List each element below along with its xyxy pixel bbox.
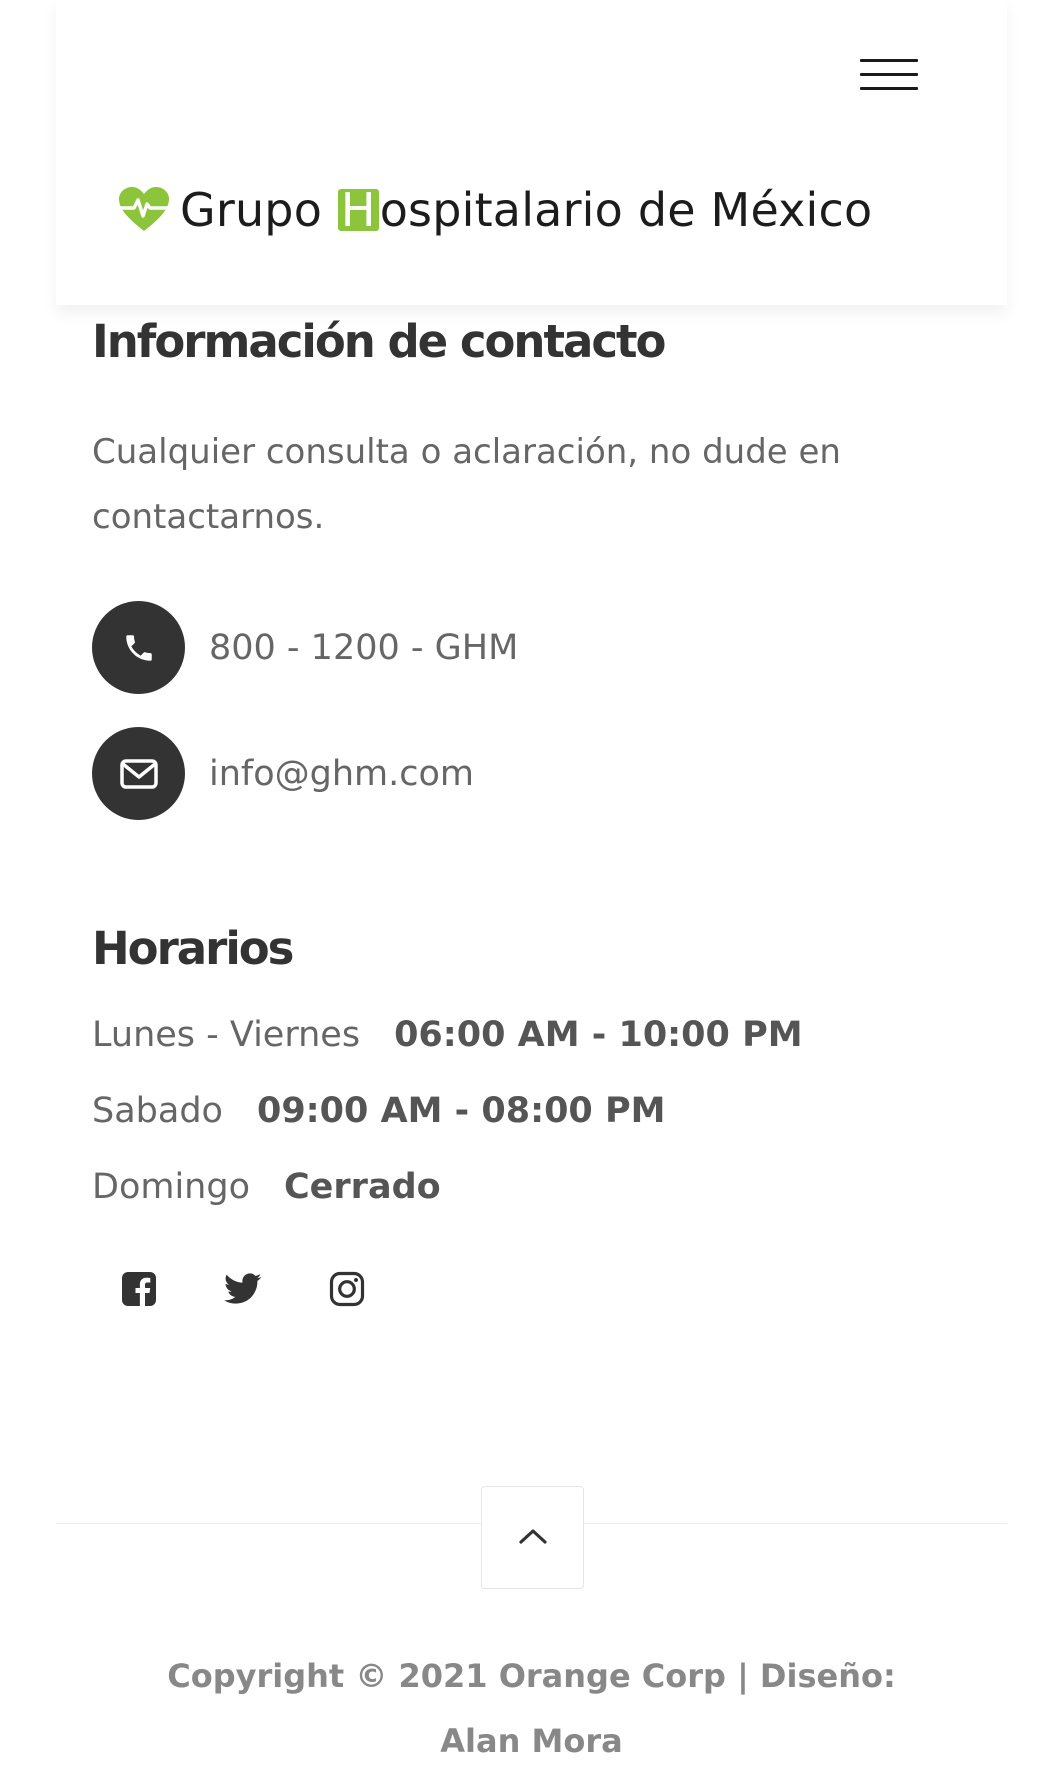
hours-day: Sabado [92,1091,223,1131]
hamburger-menu-icon[interactable] [860,55,918,95]
envelope-icon [92,727,185,820]
contact-email-row[interactable]: info@ghm.com [92,727,474,820]
page: Grupo Hospitalario de México Información… [56,0,1007,1773]
hours-title: Horarios [92,922,294,975]
hours-time: Cerrado [284,1167,441,1207]
copyright-text: Copyright © 2021 Orange Corp | Diseño: A… [167,1657,896,1760]
hamburger-line [860,87,918,90]
facebook-icon[interactable] [120,1270,158,1308]
heartbeat-icon [118,187,170,233]
hours-row: Sabado 09:00 AM - 08:00 PM [92,1091,665,1131]
hours-row: Lunes - Viernes 06:00 AM - 10:00 PM [92,1015,803,1055]
phone-icon [92,601,185,694]
hours-day: Domingo [92,1167,250,1207]
phone-number[interactable]: 800 - 1200 - GHM [209,628,518,668]
hours-time: 09:00 AM - 08:00 PM [256,1091,666,1131]
email-address[interactable]: info@ghm.com [209,754,474,794]
brand-logo-link[interactable]: Grupo Hospitalario de México [118,180,872,240]
hours-time: 06:00 AM - 10:00 PM [394,1015,803,1055]
hamburger-line [860,59,918,62]
hours-row: Domingo Cerrado [92,1167,441,1207]
twitter-icon[interactable] [224,1270,262,1308]
brand-text-before: Grupo [180,183,323,237]
contact-description: Cualquier consulta o aclaración, no dude… [92,432,841,537]
social-links [120,1270,366,1308]
hamburger-line [860,73,918,76]
site-header: Grupo Hospitalario de México [56,0,1007,305]
brand-highlight-letter: H [337,187,379,233]
instagram-icon[interactable] [328,1270,366,1308]
brand-name: Grupo Hospitalario de México [180,183,872,237]
contact-title: Información de contacto [92,315,666,368]
hours-day: Lunes - Viernes [92,1015,361,1055]
contact-phone-row[interactable]: 800 - 1200 - GHM [92,601,518,694]
brand-text-after: ospitalario de México [379,183,873,237]
back-to-top-button[interactable] [481,1486,584,1589]
chevron-up-icon [518,1526,548,1550]
